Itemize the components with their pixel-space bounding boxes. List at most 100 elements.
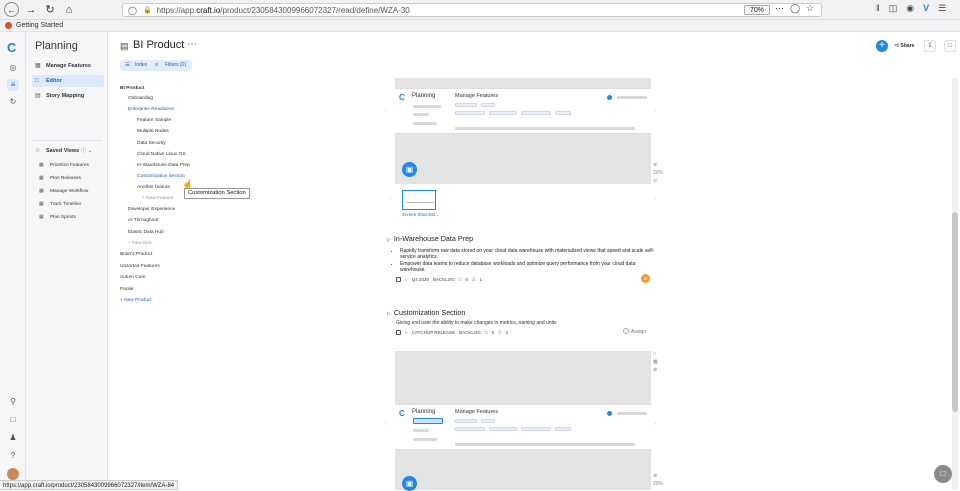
saved-view-track-timeline[interactable]: ▦ Track Timeline [36, 199, 104, 210]
saved-view-prioritize-features[interactable]: ▦ Prioritize Features [36, 160, 104, 171]
tree-node-developer-experience[interactable]: Developer Experience [128, 207, 175, 212]
target-icon[interactable]: ◎ [7, 62, 19, 74]
back-icon[interactable]: ← [4, 2, 19, 17]
help-icon[interactable]: ? [7, 450, 19, 462]
saved-view-manage-workflow[interactable]: ▦ Manage Workflow [36, 186, 104, 197]
tree-node-elastic-data-hub[interactable]: Elastic Data Hub [128, 230, 164, 235]
zoom-in-icon[interactable]: ⊕ [653, 473, 657, 479]
next-icon[interactable]: › [654, 421, 656, 427]
tree-node-customization-section[interactable]: Customization Section [137, 174, 185, 179]
forward-icon[interactable]: → [24, 3, 38, 17]
index-label: Index [135, 62, 148, 68]
section-title-customization[interactable]: ▷ Customization Section [387, 308, 465, 317]
tree-node-brians-product[interactable]: Brian's Product [120, 252, 152, 257]
sidebar-item-label: Story Mapping [46, 93, 85, 99]
people-icon[interactable]: ♟ [7, 432, 19, 444]
filters-button[interactable]: ≡ Filters (0) [150, 60, 193, 71]
library-icon[interactable]: ‖ [876, 3, 880, 14]
mini-chip [555, 111, 571, 115]
share-button[interactable]: ⊲ Share [894, 42, 914, 49]
chat-icon[interactable]: □ [934, 465, 952, 483]
tree-node-another-feature[interactable]: Another feature [137, 185, 170, 190]
tree-node-enterprise-readiness[interactable]: Enterprise Readiness [128, 107, 174, 112]
attachment-thumbnail[interactable] [402, 190, 436, 210]
saved-view-plan-releases[interactable]: ▦ Plan Releases [36, 173, 104, 184]
caret-right-icon[interactable]: ▷ [387, 237, 391, 243]
embedded-screenshot[interactable]: C Planning Manage Features ▣ [395, 78, 651, 184]
planning-icon[interactable]: ≡ [7, 79, 19, 91]
sidebar-item-label: Editor [46, 78, 62, 84]
tree-root[interactable]: BI Product [120, 86, 144, 91]
address-bar[interactable]: ◯ 🔒 https://app.craft.io/product/2305843… [122, 3, 822, 17]
embedded-screenshot[interactable]: C Planning Manage Features ▣ [395, 351, 651, 491]
meta-status[interactable]: BACKLOG [433, 277, 455, 282]
scrollbar-thumb[interactable] [952, 212, 958, 412]
zoom-in-icon[interactable]: ⊕ [653, 162, 657, 168]
tree-node-multiple-nodes[interactable]: Multiple Nodes [137, 129, 169, 134]
tree-node-ai-throughout[interactable]: AI Throughout [128, 218, 158, 223]
comments-icon[interactable]: □ [944, 40, 956, 52]
download-icon[interactable]: ↧ [924, 40, 936, 52]
tree-node-onboarding[interactable]: Onboarding [128, 96, 153, 101]
next-icon[interactable]: › [654, 108, 656, 114]
home-icon[interactable]: ⌂ [62, 3, 76, 17]
edit-image-icon[interactable]: □ [653, 351, 656, 357]
pocket-icon[interactable]: ◯ [790, 3, 800, 14]
meta-release[interactable]: Q4 2020 [412, 277, 429, 282]
search-icon[interactable]: ⚲ [7, 396, 19, 408]
prev-icon[interactable]: ‹ [385, 421, 387, 427]
tree-node-autum-core[interactable]: Autum Core [120, 275, 146, 280]
tree-node-feature-sample[interactable]: Feature Sample [137, 118, 171, 123]
section-title-in-warehouse[interactable]: ▷ In-Warehouse Data Prep [387, 234, 473, 243]
menu-icon[interactable]: ☰ [938, 3, 946, 14]
feedback-icon[interactable]: □ [7, 414, 19, 426]
tree-node-in-warehouse-data-prep[interactable]: In-Warehouse Data Prep [137, 163, 190, 168]
bookmark-getting-started[interactable]: Getting Started [16, 22, 63, 29]
expand-button[interactable]: ▣ [402, 476, 417, 491]
tree-node-unsorted-features[interactable]: Unsorted Features [120, 264, 160, 269]
attachment-label[interactable]: Screen Shot 202... [402, 212, 439, 217]
zoom-level[interactable]: 70% [744, 5, 771, 15]
account-icon[interactable]: ◉ [906, 3, 914, 14]
tree-node-cloud-native-linux-os[interactable]: Cloud Native Linux OS [137, 152, 186, 157]
screenshot-preview: C Planning Manage Features [395, 404, 651, 450]
crop-icon[interactable]: ▦ [653, 359, 658, 365]
index-button[interactable]: ☰ Index [120, 60, 154, 71]
zoom-out-icon[interactable]: ⊖ [653, 178, 657, 184]
sidebar-item-manage-features[interactable]: ▦ Manage Features [32, 60, 104, 72]
sidebar-item-story-mapping[interactable]: ▤ Story Mapping [32, 90, 104, 102]
tree-node-data-security[interactable]: Data Security [137, 141, 166, 146]
saved-views-header[interactable]: ☆ Saved Views ⓘ ⌄ [32, 145, 104, 157]
expand-button[interactable]: ▣ [402, 162, 417, 177]
extension-icon[interactable]: V [923, 3, 929, 14]
cycle-icon[interactable]: ↻ [7, 96, 19, 108]
saved-view-plan-sprints[interactable]: ▦ Plan Sprints [36, 212, 104, 223]
caret-right-icon[interactable]: ▷ [387, 311, 391, 317]
delete-image-icon[interactable]: ⊕ [653, 367, 657, 373]
star-icon[interactable]: ☆ [806, 3, 814, 14]
thumb-prev-icon[interactable]: ‹ [389, 196, 391, 202]
more-options-icon[interactable]: ⋯ [187, 39, 197, 50]
assign-button[interactable]: Assign [623, 328, 646, 335]
reload-icon[interactable]: ↻ [43, 3, 57, 17]
craft-logo-icon[interactable]: C [7, 40, 16, 55]
view-icon: ▦ [39, 201, 44, 207]
new-epic-button[interactable]: + New Epic [128, 241, 152, 246]
assignee-avatar[interactable]: BI [641, 274, 650, 283]
sidebar-item-editor[interactable]: □ Editor [32, 75, 104, 87]
more-icon[interactable]: ⋯ [775, 3, 784, 14]
sidebar-toggle-icon[interactable]: ◫ [889, 3, 898, 14]
mini-chip [555, 427, 571, 431]
chevron-down-icon[interactable]: ⌄ [88, 148, 93, 154]
new-feature-button[interactable]: + New Feature [142, 196, 174, 201]
thumb-next-icon[interactable]: › [654, 196, 656, 202]
avatar[interactable] [7, 468, 19, 480]
add-button[interactable]: + [876, 40, 888, 52]
prev-icon[interactable]: ‹ [385, 108, 387, 114]
bookmark-icon [5, 22, 12, 29]
tree-node-paolar[interactable]: Paolar [120, 287, 134, 292]
meta-status[interactable]: BACKLOG [459, 330, 481, 335]
meta-release[interactable]: CATCHUP RELEASE [412, 330, 455, 335]
app-rail: C ◎ ≡ ↻ ⚲ □ ♟ ? [0, 32, 26, 490]
new-product-button[interactable]: + New Product [120, 298, 152, 303]
